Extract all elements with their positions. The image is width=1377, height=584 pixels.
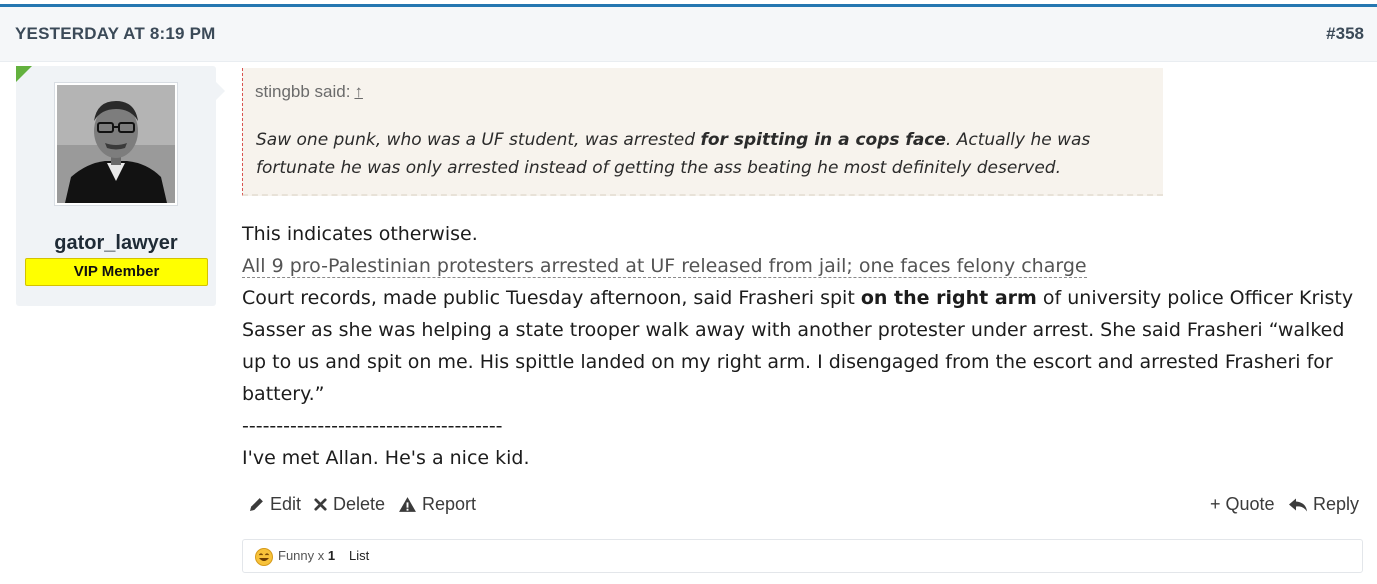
reaction-summary[interactable]: Funny x 1 — [278, 548, 335, 563]
closing-line: I've met Allan. He's a nice kid. — [242, 447, 530, 469]
divider-line: -------------------------------------- — [242, 415, 503, 437]
post-number-link[interactable]: #358 — [1326, 24, 1364, 44]
avatar[interactable] — [54, 82, 178, 206]
quote-attribution: stingbb said: ↑ — [255, 82, 363, 102]
warning-icon — [399, 497, 416, 512]
user-info-panel: gator_lawyer VIP Member — [16, 66, 225, 306]
post-header: YESTERDAY AT 8:19 PM #358 — [0, 7, 1377, 62]
paragraph-text-before: Court records, made public Tuesday after… — [242, 287, 861, 309]
quote-button[interactable]: + Quote — [1210, 494, 1275, 515]
paragraph-bold: on the right arm — [860, 287, 1037, 309]
quote-author[interactable]: stingbb said: — [255, 82, 350, 101]
edit-label: Edit — [270, 494, 302, 514]
user-title-badge: VIP Member — [25, 258, 208, 286]
jump-to-quote-icon[interactable]: ↑ — [354, 82, 363, 101]
post-body: This indicates otherwise. All 9 pro-Pale… — [242, 218, 1367, 474]
edit-button[interactable]: Edit — [248, 494, 301, 515]
user-panel-arrow — [216, 82, 225, 100]
post-actions: Edit Delete Report + Quote Reply — [242, 494, 1367, 522]
quote-text-before: Saw one punk, who was a UF student, was … — [256, 130, 701, 150]
quote-block: stingbb said: ↑ Saw one punk, who was a U… — [242, 68, 1163, 196]
post-date[interactable]: YESTERDAY AT 8:19 PM — [15, 24, 216, 44]
delete-button[interactable]: Delete — [313, 494, 385, 515]
quote-text-bold: for spitting in a cops face — [700, 130, 946, 150]
reactions-bar: Funny x 1 List — [242, 539, 1363, 573]
article-link[interactable]: All 9 pro-Palestinian protesters arreste… — [242, 255, 1087, 278]
quote-label: + Quote — [1210, 494, 1275, 514]
quote-content: Saw one punk, who was a UF student, was … — [256, 126, 1156, 182]
reaction-list-link[interactable]: List — [349, 548, 369, 563]
reply-icon — [1289, 498, 1307, 512]
avatar-photo-icon — [57, 85, 175, 203]
username-link[interactable]: gator_lawyer — [16, 232, 216, 255]
laughing-emoji-icon — [255, 548, 273, 566]
reply-button[interactable]: Reply — [1288, 494, 1359, 515]
reaction-count: 1 — [327, 548, 336, 563]
online-indicator — [16, 66, 32, 82]
report-label: Report — [422, 494, 477, 514]
close-icon — [314, 498, 327, 511]
report-button[interactable]: Report — [398, 494, 476, 515]
body-paragraph: Court records, made public Tuesday after… — [242, 282, 1367, 410]
body-line-1: This indicates otherwise. — [242, 223, 478, 245]
pencil-icon — [250, 498, 263, 511]
delete-label: Delete — [333, 494, 386, 514]
reaction-label: Funny x — [278, 548, 328, 563]
reply-label: Reply — [1313, 494, 1360, 514]
